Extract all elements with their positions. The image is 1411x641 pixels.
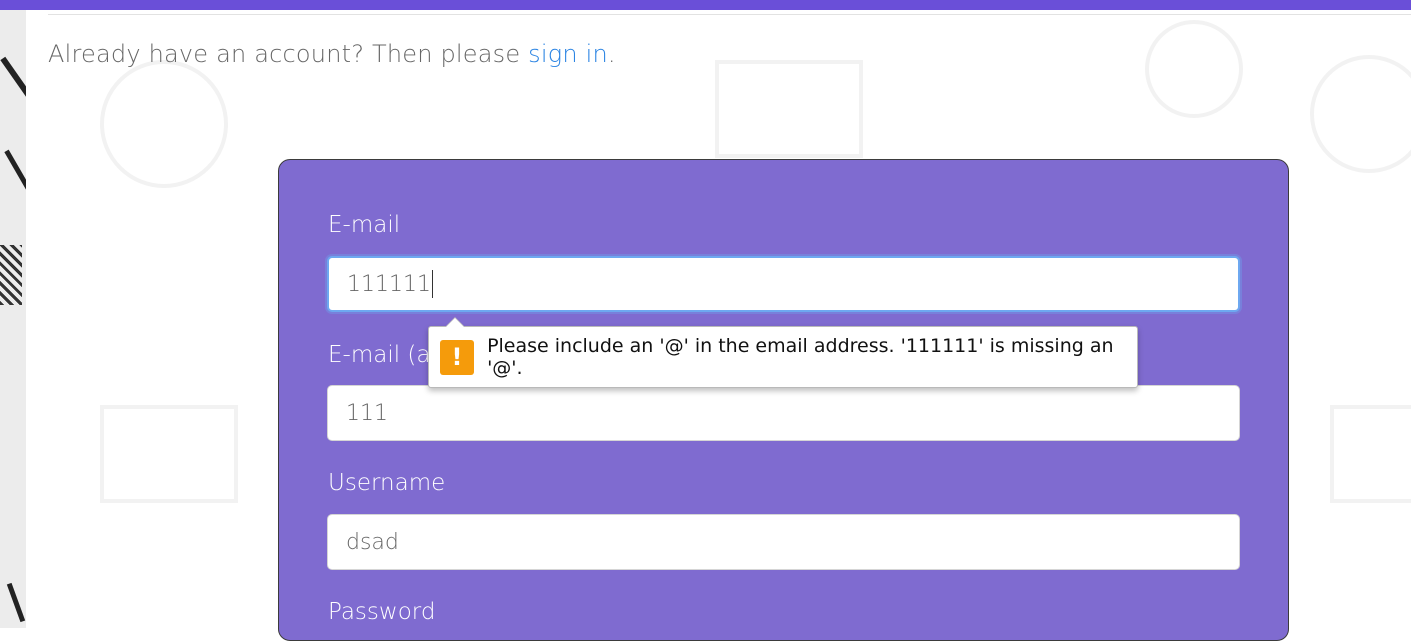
validation-tooltip: ! Please include an '@' in the email add… — [428, 317, 1138, 388]
email-field[interactable]: 111111 — [327, 256, 1240, 312]
background-percent-icon — [100, 60, 228, 188]
username-field-value: dsad — [346, 529, 399, 555]
signin-prompt: Already have an account? Then please sig… — [48, 40, 616, 68]
email-label: E-mail — [328, 212, 401, 238]
password-label: Password — [328, 599, 436, 625]
background-card-icon-3 — [1330, 405, 1411, 503]
sign-in-link[interactable]: sign in — [528, 40, 608, 68]
validation-message: Please include an '@' in the email addre… — [487, 335, 1114, 379]
background-search-icon — [1145, 20, 1243, 118]
signin-prompt-suffix: . — [607, 40, 616, 68]
username-label: Username — [328, 470, 446, 496]
email-confirm-field-value: 111 — [346, 400, 388, 426]
signin-prompt-text: Already have an account? Then please — [48, 40, 529, 68]
background-card-icon — [715, 60, 863, 158]
top-accent-bar — [0, 0, 1411, 10]
background-percent-icon-2 — [1310, 55, 1411, 173]
warning-icon: ! — [440, 339, 475, 375]
email-confirm-field[interactable]: 111 — [327, 385, 1240, 441]
username-field[interactable]: dsad — [327, 514, 1240, 570]
left-decoration — [0, 10, 26, 628]
email-confirm-label: E-mail (a — [328, 342, 431, 368]
email-field-value: 111111 — [347, 271, 431, 297]
registration-form: E-mail 111111 E-mail (a 111 Username dsa… — [278, 159, 1289, 641]
divider — [48, 14, 1411, 15]
background-card-icon-2 — [100, 405, 238, 503]
text-caret — [431, 270, 433, 298]
